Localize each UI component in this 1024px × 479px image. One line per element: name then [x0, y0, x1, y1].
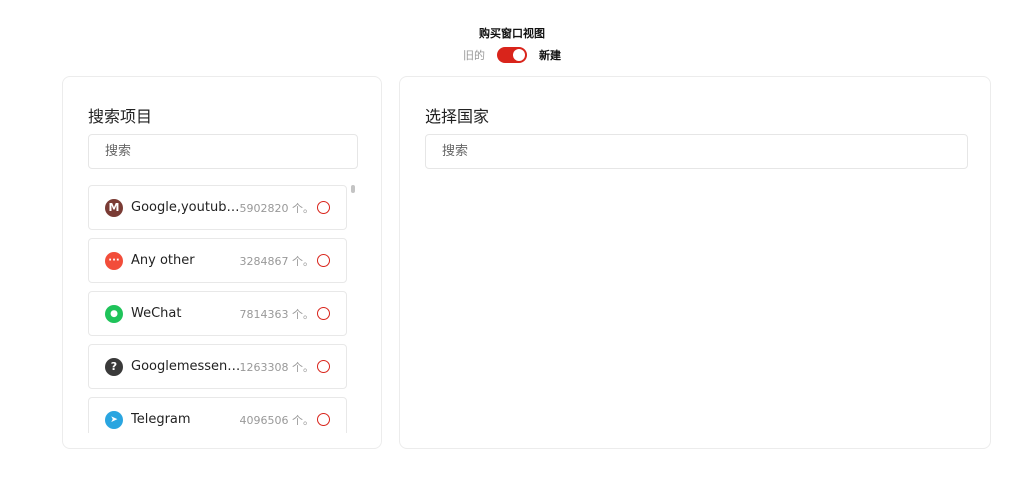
item-count: 1263308 个。 — [239, 360, 315, 374]
select-country-panel: 选择国家 — [399, 76, 991, 449]
list-item[interactable]: ? Googlemesseng... 1263308 个。 — [88, 344, 347, 389]
list-scrollbar[interactable] — [350, 185, 356, 433]
item-count: 3284867 个。 — [239, 254, 315, 268]
question-icon: ? — [105, 357, 123, 376]
item-radio[interactable] — [317, 201, 330, 214]
panel-title-select-country: 选择国家 — [425, 107, 490, 126]
panel-title-search-items: 搜索项目 — [88, 107, 153, 126]
country-search-input[interactable] — [425, 134, 968, 169]
toggle-knob — [513, 49, 525, 61]
item-name: Google,youtube,... — [131, 200, 241, 215]
search-items-panel: 搜索项目 M Google,youtube,... 5902820 个。 ···… — [62, 76, 382, 449]
more-dots-icon: ··· — [105, 251, 123, 270]
page-title: 购买窗口视图 — [479, 27, 545, 40]
view-toggle-switch[interactable] — [497, 47, 527, 63]
gmail-icon: M — [105, 198, 123, 217]
item-name: Googlemesseng... — [131, 359, 241, 374]
item-count: 4096506 个。 — [239, 413, 315, 427]
item-radio[interactable] — [317, 254, 330, 267]
list-item[interactable]: M Google,youtube,... 5902820 个。 — [88, 185, 347, 230]
search-items-input[interactable] — [88, 134, 358, 169]
item-name: WeChat — [131, 306, 182, 321]
item-name: Telegram — [131, 412, 191, 427]
item-radio[interactable] — [317, 307, 330, 320]
telegram-icon: ➤ — [105, 410, 123, 429]
item-count: 7814363 个。 — [239, 307, 315, 321]
item-radio[interactable] — [317, 360, 330, 373]
scrollbar-thumb[interactable] — [351, 185, 355, 193]
item-name: Any other — [131, 253, 195, 268]
list-item[interactable]: ➤ Telegram 4096506 个。 — [88, 397, 347, 433]
item-count: 5902820 个。 — [239, 201, 315, 215]
item-radio[interactable] — [317, 413, 330, 426]
wechat-icon: ● — [105, 304, 123, 323]
toggle-old-label[interactable]: 旧的 — [463, 47, 485, 63]
view-toggle-row: 旧的 新建 — [0, 47, 1024, 63]
toggle-new-label[interactable]: 新建 — [539, 47, 561, 63]
list-item[interactable]: ● WeChat 7814363 个。 — [88, 291, 347, 336]
items-list: M Google,youtube,... 5902820 个。 ··· Any … — [88, 185, 347, 433]
list-item[interactable]: ··· Any other 3284867 个。 — [88, 238, 347, 283]
